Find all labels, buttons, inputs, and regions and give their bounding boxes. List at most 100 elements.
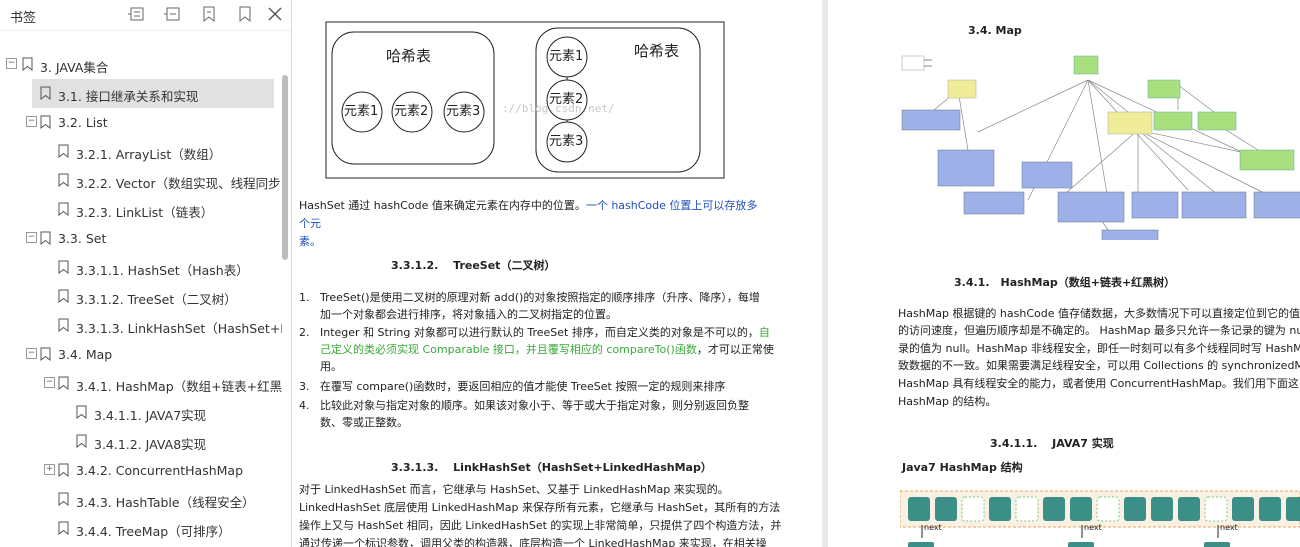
bookmark-label: 3.4.2. ConcurrentHashMap	[76, 463, 244, 478]
bookmark-icon	[58, 173, 69, 188]
list-item-1-line-1: TreeSet()是使用二叉树的原理对新 add()的对象按照指定的顺序排序（升…	[320, 291, 760, 304]
bookmark-icon	[58, 144, 69, 159]
hashmap-line-3: 录的值为 null。HashMap 非线程安全，即任一时刻可以有多个线程同时写 …	[898, 342, 1300, 355]
expand-all-icon[interactable]	[128, 5, 146, 23]
hashmap-line-6: HashMap 的结构。	[898, 395, 997, 408]
list-item-2-green-2: 己定义的类必须实现 Comparable 接口，并且覆写相应的 compareT…	[320, 343, 697, 356]
java7-subheading: Java7 HashMap 结构	[902, 461, 1023, 474]
right-hash-table-title: 哈希表	[634, 42, 680, 60]
next-label-3: next	[1220, 523, 1238, 532]
list-item-4-line-1: 比较此对象与指定对象的顺序。如果该对象小于、等于或大于指定对象，则分别返回负整	[320, 399, 749, 412]
watermark-text: ://blog.csdn.net/	[502, 102, 615, 115]
bookmark-label: 3.3.1.3. LinkHashSet（HashSet+L	[76, 321, 282, 336]
hashset-text-highlight-2: 素。	[299, 235, 321, 248]
bookmark-item[interactable]: 3.3.1.1. HashSet（Hash表）	[0, 253, 282, 282]
collapse-toggle-icon[interactable]: −	[6, 58, 17, 69]
bucket-cell	[989, 497, 1011, 521]
bookmark-label: 3.4.1. HashMap（数组+链表+红黑	[76, 379, 282, 394]
bucket-cell	[961, 496, 985, 522]
bookmark-item[interactable]: 3.2.2. Vector（数组实现、线程同步	[0, 166, 282, 195]
collapse-toggle-icon[interactable]: −	[26, 232, 37, 243]
bookmark-tree: − 3. JAVA集合 3.1. 接口继承关系和实现 − 3.2. List 3.2.1.…	[0, 50, 282, 543]
bookmark-icon	[58, 521, 69, 536]
bookmark-item[interactable]: − 3.4. Map	[0, 340, 282, 369]
collapse-toggle-icon[interactable]: −	[26, 348, 37, 359]
list-item-2-text: Integer 和 String 对象都可以进行默认的 TreeSet 排序，而…	[320, 326, 759, 339]
list-num-4: 4.	[299, 399, 310, 412]
bucket-cell	[1096, 496, 1120, 522]
bookmark-item[interactable]: − 3.3. Set	[0, 224, 282, 253]
bookmark-icon	[58, 289, 69, 304]
document-page-left: 哈希表 哈希表 元素1 元素2 元素3 元素1 元素2 元素3 ://blog.…	[292, 0, 822, 547]
bucket-cell	[1124, 497, 1146, 521]
bookmark-item[interactable]: 3.4.1.1. JAVA7实现	[0, 398, 282, 427]
bookmark-item[interactable]: 3.2.3. LinkList（链表）	[0, 195, 282, 224]
bucket-cell	[1286, 497, 1300, 521]
bucket-cell	[1151, 497, 1173, 521]
list-item-2-line-2: 己定义的类必须实现 Comparable 接口，并且覆写相应的 compareT…	[320, 341, 774, 359]
bookmark-icon	[40, 347, 51, 362]
bookmark-label: 3.2.1. ArrayList（数组）	[76, 147, 222, 162]
bookmark-icon	[58, 202, 69, 217]
bookmark-item[interactable]: − 3. JAVA集合	[0, 50, 282, 79]
java7-hashmap-structure-diagram	[900, 490, 1300, 547]
bucket-cell	[1204, 496, 1228, 522]
hashset-text: HashSet 通过 hashCode 值来确定元素在内存中的位置。	[299, 199, 586, 212]
bucket-cell	[1015, 496, 1039, 522]
hashmap-line-4: 致数据的不一致。如果需要满足线程安全，可以用 Collections 的 syn…	[898, 359, 1300, 372]
bookmark-item[interactable]: − 3.4.1. HashMap（数组+链表+红黑	[0, 369, 282, 398]
bookmark-item[interactable]: 3.2.1. ArrayList（数组）	[0, 137, 282, 166]
list-item-1-line-2: 加一个对象都会进行排序，将对象插入的二叉树指定的位置。	[320, 308, 617, 321]
linkhashset-heading: 3.3.1.3. LinkHashSet（HashSet+LinkedHashM…	[391, 461, 712, 474]
bucket-cell	[1232, 497, 1254, 521]
bookmarks-panel: 书签 − 3. JAVA集合 3.1. 接口继承关系和实现 − 3.2. List 3.2…	[0, 0, 292, 547]
bookmark-item[interactable]: − 3.2. List	[0, 108, 282, 137]
list-item-2-line-3: 用。	[320, 360, 342, 373]
java7-heading: 3.4.1.1. JAVA7 实现	[990, 437, 1114, 450]
bookmark-icon	[58, 318, 69, 333]
collapse-all-icon[interactable]	[164, 5, 182, 23]
bookmark-label: 3.2.2. Vector（数组实现、线程同步	[76, 176, 281, 191]
bucket-cell	[1070, 497, 1092, 521]
bookmark-icon	[40, 231, 51, 246]
bookmark-icon	[58, 376, 69, 391]
linkhashset-line-3: 操作上又与 HashSet 相同，因此 LinkedHashSet 的实现上非常…	[299, 519, 782, 532]
next-label-2: next	[1084, 523, 1102, 532]
list-item-4-line-2: 数、零或正整数。	[320, 416, 408, 429]
bookmarks-title: 书签	[10, 11, 37, 26]
sidebar-scrollbar[interactable]	[282, 75, 288, 260]
list-item-2-green: 自	[758, 326, 770, 339]
bucket-cell	[1043, 497, 1065, 521]
bookmark-label: 3.4.1.2. JAVA8实现	[94, 437, 207, 452]
bookmark-item[interactable]: 3.4.1.2. JAVA8实现	[0, 427, 282, 456]
collapse-toggle-icon[interactable]: −	[26, 116, 37, 127]
list-num-3: 3.	[299, 380, 310, 393]
bookmark-item[interactable]: 3.1. 接口继承关系和实现	[32, 79, 274, 108]
bookmark-item[interactable]: 3.4.4. TreeMap（可排序）	[0, 514, 282, 543]
list-item-3-line-1: 在覆写 compare()函数时，要返回相应的值才能使 TreeSet 按照一定…	[320, 380, 726, 393]
bookmark-label: 3.3.1.2. TreeSet（二叉树）	[76, 292, 237, 307]
bookmark-icon	[58, 492, 69, 507]
bookmark-label: 3.2.3. LinkList（链表）	[76, 205, 214, 220]
bookmark-label: 3.3. Set	[58, 231, 107, 246]
bookmark-item[interactable]: +3.4.2. ConcurrentHashMap	[0, 456, 282, 485]
bookmark-icon	[58, 260, 69, 275]
hashmap-heading: 3.4.1. HashMap（数组+链表+红黑树）	[954, 276, 1176, 289]
bookmark-icon	[40, 86, 51, 101]
bookmark-label: 3.2. List	[58, 115, 108, 130]
close-icon[interactable]	[266, 5, 284, 23]
bookmark-icon	[22, 57, 33, 72]
bookmark-item[interactable]: 3.3.1.3. LinkHashSet（HashSet+L	[0, 311, 282, 340]
bookmark-item[interactable]: 3.4.3. HashTable（线程安全）	[0, 485, 282, 514]
bookmark-label: 3. JAVA集合	[40, 60, 109, 75]
expand-toggle-icon[interactable]: +	[44, 464, 55, 475]
bookmark-options-icon[interactable]	[236, 5, 254, 23]
add-bookmark-icon[interactable]	[200, 5, 218, 23]
collapse-toggle-icon[interactable]: −	[44, 377, 55, 388]
bookmarks-header: 书签	[0, 0, 291, 31]
map-heading: 3.4. Map	[968, 24, 1022, 37]
bucket-cell	[935, 497, 957, 521]
hashmap-line-5: HashMap 具有线程安全的能力，或者使用 ConcurrentHashMap…	[898, 377, 1300, 390]
bookmark-item[interactable]: 3.3.1.2. TreeSet（二叉树）	[0, 282, 282, 311]
hashmap-line-1: HashMap 根据键的 hashCode 值存储数据，大多数情况下可以直接定位…	[898, 307, 1300, 320]
